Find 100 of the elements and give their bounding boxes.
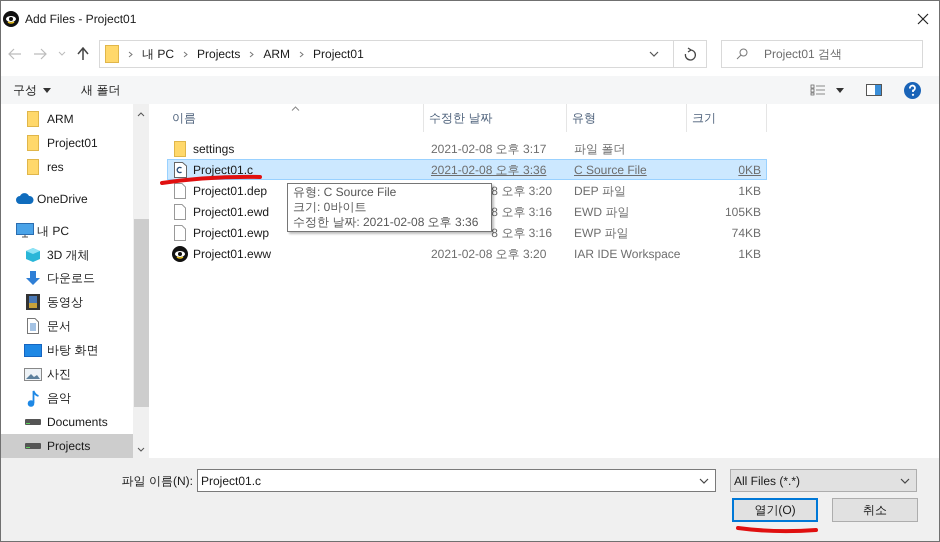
open-button[interactable]: 열기(O) bbox=[732, 498, 818, 522]
folder-icon bbox=[27, 158, 39, 175]
image-icon bbox=[24, 368, 42, 381]
sidebar-item[interactable]: Documents bbox=[1, 410, 133, 434]
view-options-icon[interactable] bbox=[810, 84, 826, 96]
file-name[interactable]: Project01.ewd bbox=[193, 202, 270, 220]
chevron-right-icon bbox=[183, 50, 188, 58]
drive-icon bbox=[25, 418, 41, 426]
file-size: 1KB bbox=[738, 184, 762, 198]
scroll-down-icon[interactable] bbox=[137, 447, 145, 452]
preview-pane-icon[interactable] bbox=[866, 84, 882, 96]
cube-icon bbox=[25, 246, 41, 263]
sidebar-item[interactable]: 내 PC bbox=[1, 218, 133, 243]
file-name[interactable]: Project01.ewp bbox=[193, 224, 270, 242]
folder-icon bbox=[27, 110, 39, 127]
modified-date: 8 오후 3:16 bbox=[490, 226, 552, 240]
chevron-right-icon bbox=[128, 50, 133, 58]
modified-date: 2021-02-08 오후 3:20 bbox=[430, 246, 546, 260]
new-folder-button[interactable]: 새 폴더 bbox=[81, 81, 120, 99]
file-type: IAR IDE Workspace bbox=[573, 246, 680, 260]
document-icon bbox=[27, 318, 39, 334]
file-type: C Source File bbox=[573, 162, 647, 176]
down-arrow-icon bbox=[25, 270, 41, 286]
organize-button[interactable]: 구성 bbox=[13, 81, 51, 99]
file-icon bbox=[174, 204, 186, 220]
sidebar-item[interactable]: 3D 개체 bbox=[1, 242, 133, 267]
sidebar-item[interactable]: Projects bbox=[1, 434, 133, 458]
monitor-icon bbox=[16, 223, 34, 238]
sidebar-item[interactable]: Project01 bbox=[1, 130, 133, 155]
tooltip-line: 수정한 날짜: 2021-02-08 오후 3:36 bbox=[293, 215, 480, 230]
scroll-up-icon[interactable] bbox=[137, 112, 145, 117]
sidebar-item[interactable]: res bbox=[1, 154, 133, 179]
file-name-label: 파일 이름(N): bbox=[120, 472, 194, 490]
sidebar-item[interactable]: OneDrive bbox=[1, 186, 133, 211]
file-icon bbox=[174, 182, 186, 198]
sidebar-item[interactable]: 다운로드 bbox=[1, 266, 133, 290]
sidebar-item[interactable]: 바탕 화면 bbox=[1, 338, 133, 362]
folder-icon bbox=[105, 45, 119, 63]
window-title: Add Files - Project01 bbox=[25, 10, 136, 28]
folder-icon bbox=[27, 134, 39, 151]
desktop-icon bbox=[24, 344, 42, 357]
tooltip-line: 유형: C Source File bbox=[293, 185, 398, 200]
drive-icon bbox=[25, 442, 41, 450]
search-field[interactable]: Project01 검색 bbox=[721, 40, 923, 68]
column-header[interactable]: 이름 bbox=[167, 104, 424, 132]
help-icon[interactable] bbox=[904, 82, 921, 98]
sidebar-item[interactable]: 음악 bbox=[1, 386, 133, 410]
up-arrow-icon[interactable] bbox=[77, 47, 89, 61]
file-type: DEP 파일 bbox=[573, 184, 626, 198]
sidebar-item[interactable]: ARM bbox=[1, 107, 133, 131]
breadcrumb[interactable]: Project01 bbox=[313, 45, 364, 63]
file-name-field[interactable]: Project01.c bbox=[197, 469, 716, 492]
file-size: 74KB bbox=[732, 226, 762, 240]
sidebar-item[interactable]: 사진 bbox=[1, 362, 133, 386]
breadcrumb[interactable]: ARM bbox=[263, 45, 290, 63]
sort-ascending-icon bbox=[291, 106, 300, 111]
file-type-dropdown[interactable]: All Files (*.*) bbox=[730, 469, 917, 492]
file-type: EWP 파일 bbox=[573, 226, 628, 240]
modified-date: 2021-02-08 오후 3:17 bbox=[430, 142, 546, 156]
file-type: 파일 폴더 bbox=[573, 142, 626, 156]
file-size: 1KB bbox=[738, 246, 762, 260]
search-icon bbox=[736, 48, 748, 60]
file-name[interactable]: Project01.eww bbox=[193, 244, 272, 262]
file-name[interactable]: Project01.dep bbox=[193, 182, 268, 200]
scrollbar-thumb[interactable] bbox=[134, 219, 148, 407]
cancel-button[interactable]: 취소 bbox=[832, 498, 918, 522]
sidebar-item[interactable]: 동영상 bbox=[1, 290, 133, 314]
file-size: 105KB bbox=[724, 204, 762, 218]
column-header[interactable]: 수정한 날짜 bbox=[424, 104, 567, 132]
breadcrumb[interactable]: 내 PC bbox=[142, 45, 174, 63]
caret-down-icon[interactable] bbox=[836, 88, 844, 92]
column-header[interactable]: 유형 bbox=[567, 104, 687, 132]
caret-down-icon bbox=[43, 88, 51, 92]
modified-date: 8 오후 3:16 bbox=[490, 204, 552, 218]
sidebar-item[interactable]: 문서 bbox=[1, 314, 133, 338]
column-header[interactable]: 크기 bbox=[687, 104, 767, 132]
chevron-down-icon[interactable] bbox=[649, 51, 659, 57]
film-icon bbox=[26, 294, 40, 310]
file-name[interactable]: Project01.c bbox=[193, 160, 254, 178]
app-logo-icon bbox=[3, 10, 19, 26]
c-file-icon bbox=[174, 162, 186, 178]
file-size: 0KB bbox=[738, 162, 762, 176]
chevron-right-icon bbox=[299, 50, 304, 58]
breadcrumb[interactable]: Projects bbox=[197, 45, 240, 63]
scrollbar[interactable] bbox=[133, 104, 149, 458]
file-icon bbox=[174, 224, 186, 240]
cloud-icon bbox=[16, 193, 34, 204]
workspace-logo-icon bbox=[172, 246, 188, 262]
tooltip-line: 크기: 0바이트 bbox=[293, 200, 368, 215]
close-icon[interactable] bbox=[917, 12, 929, 24]
address-bar[interactable]: 내 PC Projects ARM Project01 bbox=[99, 40, 707, 68]
modified-date: 8 오후 3:20 bbox=[490, 184, 552, 198]
chevron-down-icon[interactable] bbox=[699, 478, 709, 484]
folder-icon bbox=[174, 140, 186, 156]
selected-file-row[interactable]: Project01.c 2021-02-08 오후 3:36 C Source File 0KB bbox=[167, 159, 767, 180]
refresh-icon[interactable] bbox=[684, 47, 696, 61]
chevron-right-icon bbox=[249, 50, 254, 58]
file-name[interactable]: settings bbox=[193, 140, 234, 158]
chevron-down-icon bbox=[900, 478, 910, 484]
music-note-icon bbox=[27, 390, 39, 407]
